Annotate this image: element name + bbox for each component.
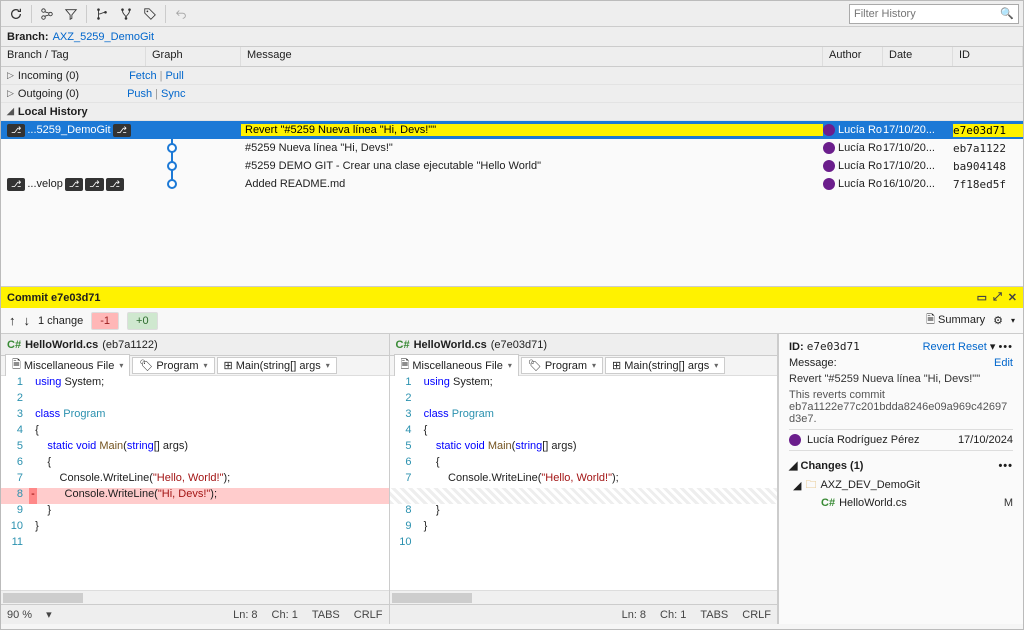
fetch-link[interactable]: Fetch	[129, 70, 157, 82]
maximize-icon[interactable]: ⤢	[993, 291, 1002, 304]
crumb-class[interactable]: 🏷Program▾	[521, 357, 603, 374]
prev-change-icon[interactable]: ↑	[9, 313, 16, 328]
changes-label[interactable]: Changes (1)	[801, 460, 864, 472]
crumb-method[interactable]: ⊞Main(string[] args▾	[217, 357, 337, 374]
collapse-icon[interactable]: ◢	[7, 106, 14, 117]
sync-link[interactable]: Sync	[161, 88, 185, 100]
detail-id: e7e03d71	[807, 340, 860, 353]
cs-file-icon: C#	[7, 339, 21, 351]
added-count: +0	[127, 312, 158, 330]
h-scrollbar[interactable]	[1, 590, 389, 604]
commit-detail-title: Commit e7e03d71	[7, 292, 101, 304]
status-left: 90 %▾ Ln: 8 Ch: 1 TABS CRLF	[1, 604, 389, 624]
outgoing-section[interactable]: ▷ Outgoing (0) Push | Sync	[1, 85, 1023, 103]
h-scrollbar[interactable]	[390, 590, 778, 604]
history-toolbar: 🔍	[1, 1, 1023, 27]
crumb-project[interactable]: 🗎Miscellaneous File▾	[394, 354, 519, 377]
id-label: ID:	[789, 341, 804, 353]
avatar	[789, 434, 801, 446]
branch-graph-icon[interactable]	[91, 3, 113, 25]
commit-message: Revert "#5259 Nueva línea "Hi, Devs!""	[241, 124, 823, 136]
undo-icon[interactable]	[170, 3, 192, 25]
incoming-label: Incoming (0)	[18, 70, 79, 82]
outgoing-label: Outgoing (0)	[18, 88, 79, 100]
search-icon[interactable]: 🔍	[1000, 7, 1014, 20]
history-columns: Branch / Tag Graph Message Author Date I…	[1, 47, 1023, 67]
diff-pane-left: C# HelloWorld.cs (eb7a1122) 🗎Miscellaneo…	[1, 334, 390, 624]
summary-button[interactable]: 🗎 Summary	[926, 311, 985, 330]
next-change-icon[interactable]: ↓	[24, 313, 31, 328]
message-label: Message:	[789, 357, 837, 369]
commit-row[interactable]: #5259 Nueva línea "Hi, Devs!" Lucía Ro 1…	[1, 139, 1023, 157]
reset-link[interactable]: Reset	[958, 341, 987, 353]
change-count: 1 change	[38, 315, 83, 327]
col-graph[interactable]: Graph	[146, 47, 241, 66]
diff-pane-right: C# HelloWorld.cs (e7e03d71) 🗎Miscellaneo…	[390, 334, 779, 624]
refresh-icon[interactable]	[5, 3, 27, 25]
pull-link[interactable]: Pull	[165, 70, 183, 82]
changes-tree: ◢ 🗀 AXZ_DEV_DemoGit C# HelloWorld.cs M	[789, 476, 1013, 512]
commit-row[interactable]: #5259 DEMO GIT - Crear una clase ejecuta…	[1, 157, 1023, 175]
branch-chip: ⎇	[7, 124, 25, 137]
breadcrumb-left: 🗎Miscellaneous File▾ 🏷Program▾ ⊞Main(str…	[1, 356, 389, 376]
branch-name-link[interactable]: AXZ_5259_DemoGit	[53, 31, 155, 43]
folder-icon: 🗀	[805, 476, 816, 495]
more-icon[interactable]: •••	[998, 460, 1013, 472]
commit-row[interactable]: ⎇...velop⎇⎇⎇ Added README.md Lucía Ro 16…	[1, 175, 1023, 193]
close-icon[interactable]: ✕	[1008, 291, 1017, 304]
expand-icon[interactable]: ▷	[7, 70, 14, 81]
col-id[interactable]: ID	[953, 47, 1023, 66]
commit-detail-header: Commit e7e03d71 ▭ ⤢ ✕	[1, 286, 1023, 308]
status-badge: M	[1004, 497, 1013, 509]
changes-toolbar: ↑ ↓ 1 change -1 +0 🗎 Summary ⚙▾	[1, 308, 1023, 334]
avatar	[823, 124, 835, 136]
crumb-class[interactable]: 🏷Program▾	[132, 357, 214, 374]
code-left[interactable]: 1 using System; 2 3 class Program 4 { 5 …	[1, 376, 389, 590]
tree-file[interactable]: C# HelloWorld.cs M	[793, 494, 1013, 512]
edit-link[interactable]: Edit	[994, 357, 1013, 369]
more-icon[interactable]: •••	[998, 341, 1013, 353]
revert-link[interactable]: Revert	[923, 341, 955, 353]
merge-icon[interactable]	[115, 3, 137, 25]
file-tab-left[interactable]: C# HelloWorld.cs (eb7a1122)	[1, 334, 389, 356]
commit-id: e7e03d71	[953, 124, 1023, 137]
breadcrumb-right: 🗎Miscellaneous File▾ 🏷Program▾ ⊞Main(str…	[390, 356, 778, 376]
branch-label: Branch:	[7, 31, 49, 43]
cs-file-icon: C#	[821, 497, 835, 509]
commit-list: ⎇...5259_DemoGit⎇ Revert "#5259 Nueva lí…	[1, 121, 1023, 286]
push-link[interactable]: Push	[127, 88, 152, 100]
filter-history-input[interactable]: 🔍	[849, 4, 1019, 24]
col-branch[interactable]: Branch / Tag	[1, 47, 146, 66]
crumb-project[interactable]: 🗎Miscellaneous File▾	[5, 354, 130, 377]
tree-folder[interactable]: ◢ 🗀 AXZ_DEV_DemoGit	[793, 476, 1013, 494]
code-right[interactable]: 1 using System; 2 3 class Program 4 { 5 …	[390, 376, 778, 590]
local-history-label: Local History	[18, 106, 88, 118]
col-date[interactable]: Date	[883, 47, 953, 66]
crumb-method[interactable]: ⊞Main(string[] args▾	[605, 357, 725, 374]
incoming-section[interactable]: ▷ Incoming (0) Fetch | Pull	[1, 67, 1023, 85]
tag-icon[interactable]	[139, 3, 161, 25]
graph-icon[interactable]	[36, 3, 58, 25]
detail-message: Revert "#5259 Nueva línea "Hi, Devs!""	[789, 373, 1013, 385]
commit-row[interactable]: ⎇...5259_DemoGit⎇ Revert "#5259 Nueva lí…	[1, 121, 1023, 139]
diff-area: C# HelloWorld.cs (eb7a1122) 🗎Miscellaneo…	[1, 334, 1023, 624]
col-author[interactable]: Author	[823, 47, 883, 66]
cs-file-icon: C#	[396, 339, 410, 351]
gear-icon[interactable]: ⚙	[993, 314, 1003, 327]
local-history-section[interactable]: ◢ Local History	[1, 103, 1023, 121]
filter-history-field[interactable]	[854, 8, 1000, 20]
removed-count: -1	[91, 312, 119, 330]
author-row: Lucía Rodríguez Pérez 17/10/2024	[789, 429, 1013, 451]
dock-icon[interactable]: ▭	[977, 291, 987, 304]
status-right: Ln: 8 Ch: 1 TABS CRLF	[390, 604, 778, 624]
file-tab-right[interactable]: C# HelloWorld.cs (e7e03d71)	[390, 334, 778, 356]
commit-details-panel: ID: e7e03d71 Revert Reset ▾ ••• Message:…	[778, 334, 1023, 624]
branch-bar: Branch: AXZ_5259_DemoGit	[1, 27, 1023, 47]
expand-icon[interactable]: ▷	[7, 88, 14, 99]
col-message[interactable]: Message	[241, 47, 823, 66]
filter-icon[interactable]	[60, 3, 82, 25]
